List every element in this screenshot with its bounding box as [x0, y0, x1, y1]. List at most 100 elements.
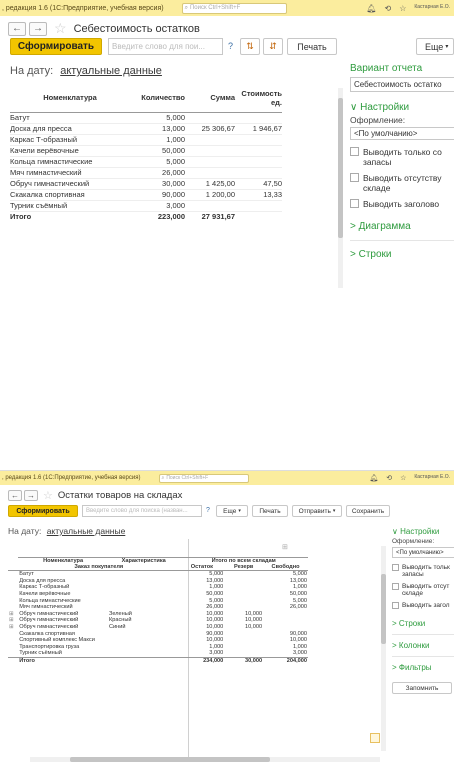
- table-row[interactable]: Кольца гимнастические 5,000: [10, 156, 282, 167]
- table-row[interactable]: Доска для пресса 13,000 25 306,67 1 946,67: [10, 123, 282, 134]
- checkbox-only-stock-box[interactable]: [392, 564, 399, 571]
- table-row[interactable]: Каркас Т-образный 1,000: [10, 134, 282, 145]
- table-row[interactable]: Скакалка спортивная 90,000 90,000: [8, 630, 308, 637]
- horizontal-scrollbar[interactable]: [30, 757, 380, 762]
- help-button[interactable]: ?: [228, 41, 233, 51]
- favorite-star-icon[interactable]: ☆: [54, 20, 67, 37]
- forward-button[interactable]: →: [29, 21, 47, 36]
- checkbox-absent[interactable]: Выводить отсутству складе: [350, 173, 454, 193]
- checkbox-only-stock[interactable]: Выводить тольк запасы: [392, 564, 454, 578]
- table-row[interactable]: Турник съёмный 3,000: [10, 200, 282, 211]
- table-row[interactable]: Спортивный комплекс Макси 10,000 10,000: [8, 637, 308, 644]
- row-expand-icon[interactable]: [8, 591, 18, 598]
- sort-asc-icon[interactable]: ⇅: [240, 38, 260, 55]
- print-button[interactable]: Печать: [287, 38, 337, 55]
- row-expand-icon[interactable]: ⊞: [8, 611, 18, 618]
- columns-section-toggle[interactable]: > Колонки: [392, 641, 454, 650]
- expand-icon[interactable]: ⊞: [282, 543, 288, 551]
- row-expand-icon[interactable]: [8, 604, 18, 611]
- checkbox-absent[interactable]: Выводить отсут складе: [392, 583, 454, 597]
- cell-free: 1,000: [293, 584, 307, 591]
- format-select[interactable]: <По умолчанию>: [392, 547, 454, 558]
- send-button[interactable]: Отправить ▾: [292, 505, 342, 517]
- table-row[interactable]: ⊞ Обруч гимнастический Синий 10,000 10,000: [8, 624, 308, 631]
- row-expand-icon[interactable]: [8, 650, 18, 657]
- row-expand-icon[interactable]: ⊞: [8, 617, 18, 624]
- date-value-link[interactable]: актуальные данные: [47, 526, 126, 536]
- row-expand-icon[interactable]: [8, 597, 18, 604]
- table-row[interactable]: Мяч гимнастический 26,000 26,000: [8, 604, 308, 611]
- sort-desc-icon[interactable]: ⇵: [263, 38, 283, 55]
- checkbox-absent-box[interactable]: [392, 583, 399, 590]
- save-button[interactable]: Сохранить: [346, 505, 390, 517]
- history-icon[interactable]: ⟲: [384, 4, 391, 13]
- remember-button[interactable]: Запомнить: [392, 682, 452, 694]
- checkbox-header-box[interactable]: [392, 602, 399, 609]
- report-search-input[interactable]: Введите слово для поиска (назван...: [82, 505, 202, 517]
- row-expand-icon[interactable]: [8, 644, 18, 651]
- cell-reserve: [224, 650, 263, 657]
- filters-section-toggle[interactable]: > Фильтры: [392, 663, 454, 672]
- report-search-input[interactable]: Введите слово для пои...: [108, 38, 223, 55]
- scrollbar-thumb[interactable]: [338, 98, 343, 238]
- report-variant-field[interactable]: Себестоимость остатко: [350, 77, 454, 92]
- checkbox-only-stock[interactable]: Выводить только со запасы: [350, 147, 454, 167]
- row-expand-icon[interactable]: [8, 584, 18, 591]
- favorite-star-icon[interactable]: ☆: [43, 489, 53, 502]
- favorites-star-icon[interactable]: ☆: [399, 4, 406, 13]
- global-search-input[interactable]: ⌕ Поиск Ctrl+Shift+F: [181, 2, 287, 14]
- format-select[interactable]: <По умолчанию>: [350, 127, 454, 140]
- generate-button[interactable]: Сформировать: [8, 505, 78, 517]
- chart-section-toggle[interactable]: > Диаграмма: [350, 221, 454, 232]
- bell-icon[interactable]: 🔔︎: [366, 4, 376, 13]
- resize-corner[interactable]: [370, 733, 380, 743]
- more-button[interactable]: Еще ▾: [216, 505, 248, 517]
- help-button[interactable]: ?: [206, 507, 210, 514]
- table-row[interactable]: Качели верёвочные 50,000: [10, 145, 282, 156]
- favorites-star-icon[interactable]: ☆: [400, 474, 406, 482]
- bell-icon[interactable]: 🔔︎: [369, 474, 378, 482]
- checkbox-absent-box[interactable]: [350, 173, 359, 182]
- user-name[interactable]: Кастарная Е.О.: [414, 474, 450, 482]
- generate-button[interactable]: Сформировать: [10, 38, 102, 55]
- user-name[interactable]: Кастарная Е.О.: [414, 4, 450, 13]
- checkbox-header[interactable]: Выводить загол: [392, 602, 454, 609]
- rows-section-toggle[interactable]: > Строки: [392, 619, 454, 628]
- table-row[interactable]: Обруч гимнастический 30,000 1 425,00 47,50: [10, 178, 282, 189]
- back-button[interactable]: ←: [8, 490, 22, 501]
- back-button[interactable]: ←: [8, 21, 26, 36]
- table-row[interactable]: Турник съёмный 3,000 3,000: [8, 650, 308, 657]
- history-icon[interactable]: ⟲: [386, 474, 392, 482]
- vertical-scrollbar[interactable]: [338, 88, 343, 288]
- more-button[interactable]: Еще ▾: [416, 38, 454, 55]
- table-row[interactable]: Батут 5,000: [10, 112, 282, 123]
- table-row[interactable]: Качели верёвочные 50,000 50,000: [8, 591, 308, 598]
- table-row[interactable]: Батут 5,000 5,000: [8, 571, 308, 578]
- table-row[interactable]: Мяч гимнастический 26,000: [10, 167, 282, 178]
- scrollbar-thumb[interactable]: [381, 574, 386, 644]
- table-row[interactable]: Скакалка спортивная 90,000 1 200,00 13,33: [10, 189, 282, 200]
- cell-sum: [185, 167, 235, 178]
- table-row[interactable]: Каркас Т-образный 1,000 1,000: [8, 584, 308, 591]
- row-expand-icon[interactable]: ⊞: [8, 624, 18, 631]
- settings-toggle[interactable]: ∨ Настройки: [392, 527, 454, 536]
- hscrollbar-thumb[interactable]: [70, 757, 270, 762]
- settings-toggle[interactable]: ∨ Настройки: [350, 102, 454, 113]
- row-expand-icon[interactable]: [8, 571, 18, 578]
- row-expand-icon[interactable]: [8, 630, 18, 637]
- row-expand-icon[interactable]: [8, 637, 18, 644]
- row-expand-icon[interactable]: [8, 578, 18, 585]
- table-row[interactable]: Кольца гимнастические 5,000 5,000: [8, 597, 308, 604]
- print-button[interactable]: Печать: [252, 505, 288, 517]
- date-value-link[interactable]: актуальные данные: [60, 65, 162, 77]
- table-row[interactable]: ⊞ Обруч гимнастический Красный 10,000 10,000: [8, 617, 308, 624]
- cell-item: Мяч гимнастический: [19, 604, 73, 611]
- checkbox-header-box[interactable]: [350, 199, 359, 208]
- global-search-input[interactable]: ⌕ Поиск Ctrl+Shift+F: [158, 473, 249, 483]
- checkbox-only-stock-box[interactable]: [350, 147, 359, 156]
- cell-characteristic: [108, 604, 179, 611]
- vertical-scrollbar[interactable]: [381, 546, 386, 751]
- forward-button[interactable]: →: [24, 490, 38, 501]
- rows-section-toggle[interactable]: > Строки: [350, 249, 454, 260]
- checkbox-header[interactable]: Выводить заголово: [350, 199, 454, 209]
